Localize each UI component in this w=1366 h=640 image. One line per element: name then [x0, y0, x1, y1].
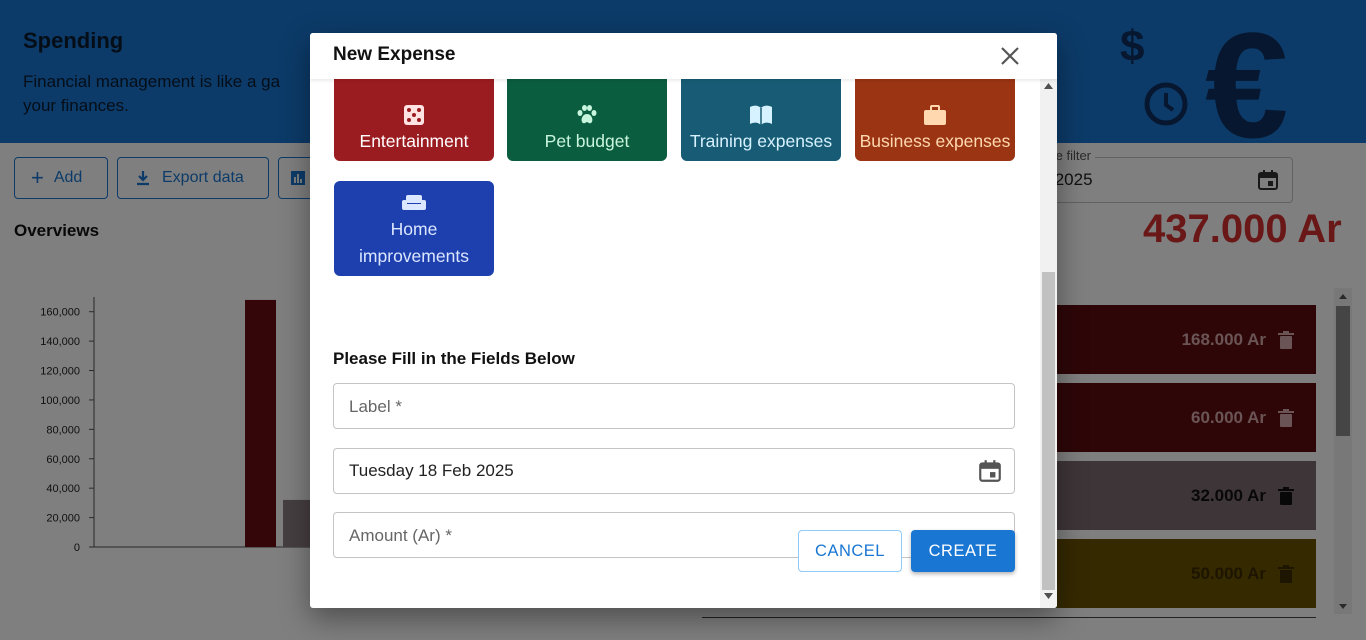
cancel-button[interactable]: CANCEL — [798, 530, 902, 572]
briefcase-icon — [922, 102, 948, 128]
category-label: Home improvements — [359, 219, 469, 266]
category-label: Business expenses — [859, 131, 1011, 151]
label-field[interactable]: Label * — [333, 383, 1015, 429]
category-home-improvements[interactable]: Home improvements — [334, 181, 494, 276]
category-business-expenses[interactable]: Business expenses — [855, 79, 1015, 161]
date-field[interactable]: Tuesday 18 Feb 2025 — [333, 448, 1015, 494]
sofa-icon — [401, 190, 427, 216]
label-field-placeholder: Label * — [349, 397, 402, 416]
calendar-icon[interactable] — [977, 458, 1003, 484]
dialog-scrollbar-thumb[interactable] — [1042, 272, 1055, 590]
dice-icon — [401, 102, 427, 128]
create-button[interactable]: CREATE — [911, 530, 1015, 572]
dialog-body: Entertainment Pet budget Training expens… — [310, 79, 1040, 608]
date-field-value: Tuesday 18 Feb 2025 — [349, 461, 514, 480]
dialog-scrollbar[interactable] — [1040, 79, 1057, 608]
new-expense-dialog: New Expense Entertainment Pet budget Tra… — [310, 33, 1057, 608]
category-entertainment[interactable]: Entertainment — [334, 79, 494, 161]
paw-icon — [574, 102, 600, 128]
amount-field-placeholder: Amount (Ar) * — [349, 526, 452, 545]
scroll-down-icon[interactable] — [1044, 593, 1053, 599]
category-label: Training expenses — [689, 131, 833, 151]
category-pet-budget[interactable]: Pet budget — [507, 79, 667, 161]
category-label: Entertainment — [359, 131, 469, 151]
dialog-title: New Expense — [333, 44, 456, 65]
dialog-header: New Expense — [310, 33, 1057, 79]
category-label: Pet budget — [544, 131, 630, 151]
form-heading: Please Fill in the Fields Below — [333, 349, 575, 368]
book-icon — [748, 102, 774, 128]
scroll-up-icon[interactable] — [1044, 83, 1053, 89]
category-training-expenses[interactable]: Training expenses — [681, 79, 841, 161]
close-icon[interactable] — [999, 45, 1021, 67]
